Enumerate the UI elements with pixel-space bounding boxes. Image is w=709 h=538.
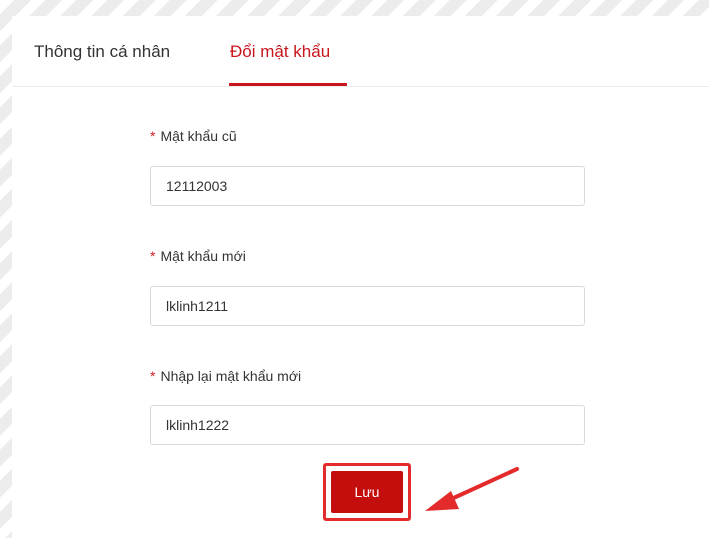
required-marker: * [150,368,156,384]
tab-personal-info[interactable]: Thông tin cá nhân [34,42,170,62]
confirm-password-label: * Nhập lại mật khẩu mới [150,368,301,384]
confirm-password-input[interactable] [150,405,585,445]
old-password-label-text: Mật khẩu cũ [160,128,237,144]
old-password-input[interactable] [150,166,585,206]
tab-change-password[interactable]: Đổi mật khẩu [230,42,330,62]
required-marker: * [150,128,156,144]
required-marker: * [150,248,156,264]
save-button[interactable]: Lưu [331,471,403,513]
arrow-pointer-icon [425,467,519,511]
active-tab-indicator [229,83,347,86]
tab-bar: Thông tin cá nhân Đổi mật khẩu [12,16,709,87]
change-password-panel: Thông tin cá nhân Đổi mật khẩu * Mật khẩu… [12,16,709,538]
new-password-input[interactable] [150,286,585,326]
new-password-label-text: Mật khẩu mới [160,248,246,264]
new-password-label: * Mật khẩu mới [150,248,246,264]
confirm-password-label-text: Nhập lại mật khẩu mới [160,368,302,384]
old-password-label: * Mật khẩu cũ [150,128,237,144]
